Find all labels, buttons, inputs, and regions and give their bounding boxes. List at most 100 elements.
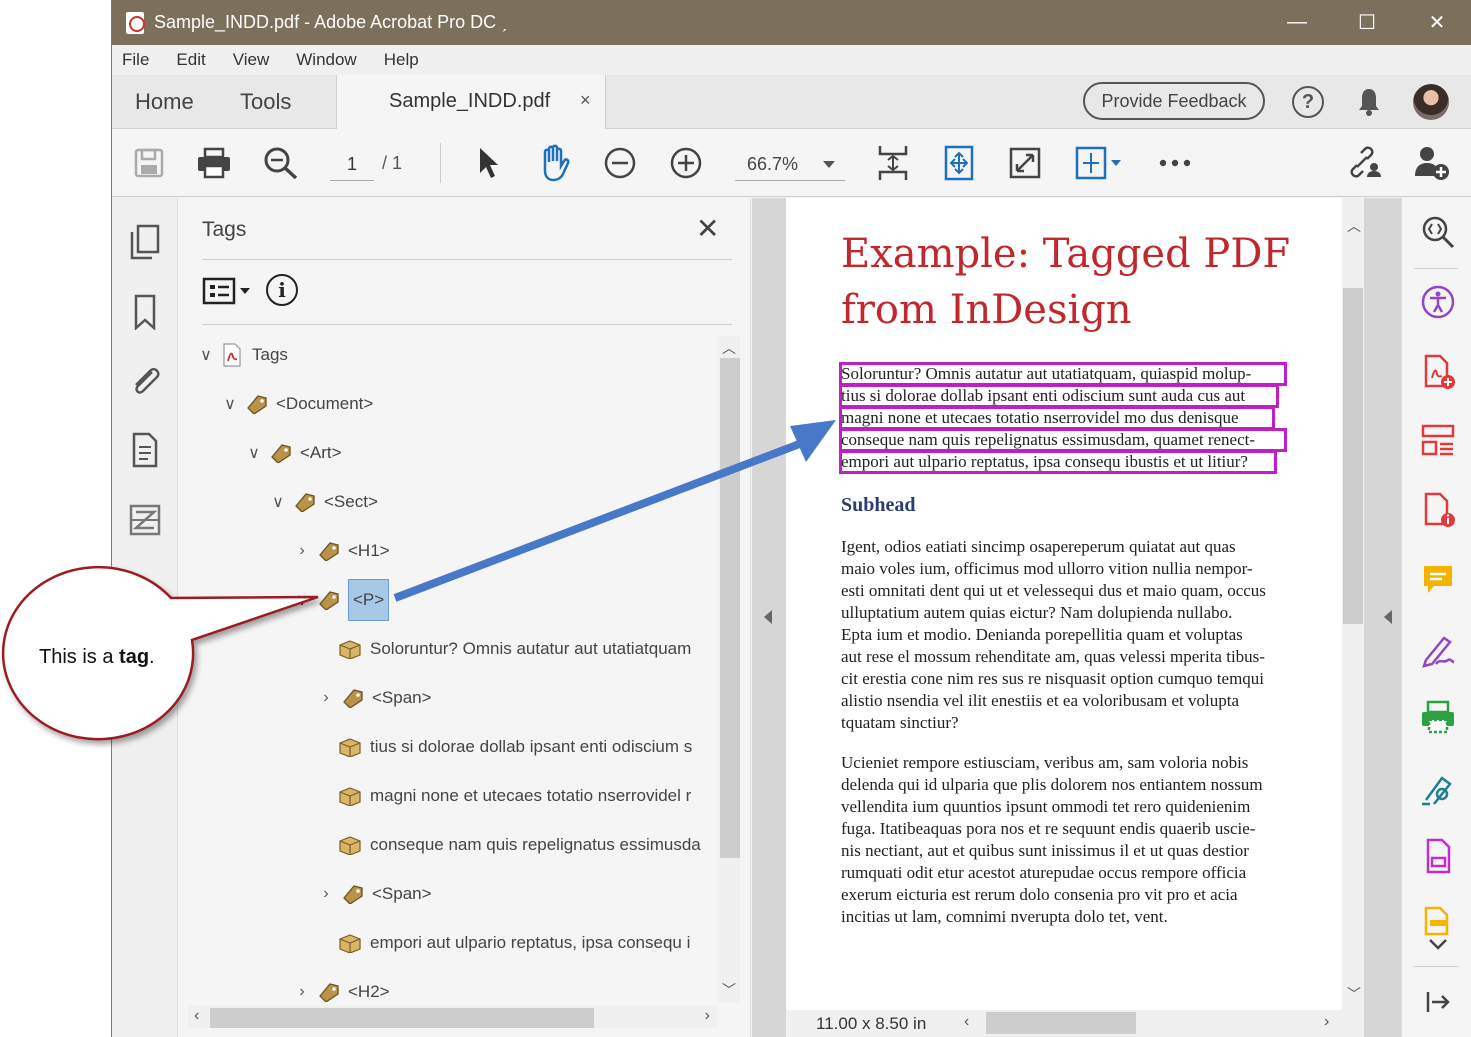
close-tab-button[interactable]: ×	[580, 90, 591, 111]
tab-document[interactable]: Sample_INDD.pdf ×	[336, 75, 606, 129]
options-menu-icon[interactable]	[202, 276, 258, 306]
tag-tree-item[interactable]: Soloruntur? Omnis autatur aut utatiatqua…	[338, 632, 691, 666]
tag-tree-item[interactable]: ∨ Tags	[196, 338, 288, 372]
scroll-left-icon[interactable]: ‹	[194, 1007, 199, 1025]
provide-feedback-button[interactable]: Provide Feedback	[1083, 82, 1265, 120]
user-avatar[interactable]	[1413, 84, 1449, 120]
print-production-icon[interactable]	[1420, 700, 1456, 736]
title-bar: Sample_INDD.pdf - Adobe Acrobat Pro DC ˏ…	[112, 0, 1471, 45]
tag-tree-item[interactable]: tius si dolorae dollab ipsant enti odisc…	[338, 730, 692, 764]
chevron-right-icon[interactable]: ›	[316, 689, 336, 707]
menu-file[interactable]: File	[122, 50, 149, 70]
comment-icon[interactable]	[1420, 562, 1456, 598]
more-options-icon[interactable]	[1158, 143, 1192, 183]
accessibility-icon[interactable]	[1420, 284, 1456, 320]
tag-tree-item[interactable]: ∨ <P>	[292, 579, 390, 621]
chevron-right-icon[interactable]: ›	[316, 885, 336, 903]
close-window-button[interactable]: ✕	[1402, 0, 1471, 45]
zoom-level-select[interactable]: 66.7%	[735, 149, 845, 181]
scroll-thumb[interactable]	[986, 1012, 1136, 1034]
tag-tree-item[interactable]: ∨ <Art>	[244, 436, 342, 470]
pdf-info-icon[interactable]	[1420, 492, 1456, 528]
tag-tree-item[interactable]: ∨ <Document>	[220, 387, 373, 421]
save-icon[interactable]	[132, 143, 166, 183]
share-link-icon[interactable]	[1344, 143, 1384, 183]
menu-help[interactable]: Help	[384, 50, 419, 70]
zoom-search-icon[interactable]	[262, 143, 300, 183]
certificates-pen-icon[interactable]	[1420, 770, 1456, 806]
collapse-right-panel-icon[interactable]	[1384, 610, 1392, 624]
scroll-up-icon[interactable]: ︿	[722, 338, 736, 358]
chevron-down-icon[interactable]	[1420, 932, 1456, 956]
maximize-button[interactable]: ☐	[1332, 0, 1402, 45]
help-icon[interactable]: ?	[1292, 86, 1324, 118]
tag-tree-item[interactable]: conseque nam quis repelignatus essimusda	[338, 828, 701, 862]
minimize-button[interactable]: —	[1262, 0, 1332, 45]
scroll-left-icon[interactable]: ‹	[964, 1013, 969, 1031]
notification-bell-icon[interactable]	[1357, 87, 1381, 117]
chevron-right-icon[interactable]: ›	[292, 542, 312, 560]
page-thumbnails-icon[interactable]	[128, 224, 162, 260]
tag-tree-label: <H2>	[348, 982, 390, 1001]
tag-tree-label: magni none et utecaes totatio nserrovide…	[370, 786, 692, 805]
rail-divider	[1414, 268, 1458, 269]
scroll-thumb[interactable]	[210, 1008, 594, 1028]
tags-vertical-scrollbar[interactable]: ︿ ﹀	[718, 336, 740, 1002]
tag-tree-item[interactable]: magni none et utecaes totatio nserrovide…	[338, 779, 691, 813]
search-enhance-icon[interactable]	[1420, 214, 1456, 250]
scroll-down-icon[interactable]: ﹀	[1347, 984, 1361, 1004]
scroll-right-icon[interactable]: ›	[705, 1007, 710, 1025]
tab-tools[interactable]: Tools	[240, 89, 291, 115]
chevron-down-icon[interactable]: ∨	[244, 443, 264, 463]
callout-text: This is a tag.	[39, 646, 155, 669]
document-subhead: Subhead	[841, 494, 916, 516]
zoom-out-icon[interactable]	[602, 143, 638, 183]
highlighted-line: empori aut ulpario reptatus, ipsa conseq…	[841, 452, 1248, 471]
document-properties-icon[interactable]	[128, 432, 162, 468]
heading-line: Example: Tagged PDF	[841, 231, 1291, 277]
menu-window[interactable]: Window	[296, 50, 356, 70]
scroll-thumb[interactable]	[720, 358, 740, 858]
fit-page-icon[interactable]	[942, 143, 976, 183]
tag-tree-item[interactable]: empori aut ulpario reptatus, ipsa conseq…	[338, 926, 690, 960]
chevron-right-icon[interactable]: ›	[292, 983, 312, 1001]
collapse-tools-pane-icon[interactable]	[1420, 984, 1456, 1020]
scroll-right-icon[interactable]: ›	[1324, 1013, 1329, 1031]
menu-edit[interactable]: Edit	[176, 50, 205, 70]
tab-home[interactable]: Home	[135, 89, 194, 115]
print-icon[interactable]	[196, 143, 232, 183]
scroll-up-icon[interactable]: ︿	[1347, 216, 1361, 236]
tag-tree-item[interactable]: ∨ <Sect>	[268, 485, 378, 519]
tag-tree-item[interactable]: › <H2>	[292, 975, 390, 1008]
document-vertical-scrollbar[interactable]: ︿ ﹀	[1342, 198, 1364, 1010]
scroll-thumb[interactable]	[1343, 288, 1363, 624]
export-pdf-icon[interactable]	[1420, 838, 1456, 874]
add-user-icon[interactable]	[1412, 143, 1452, 183]
tag-tree-item[interactable]: › <Span>	[316, 877, 432, 911]
zoom-in-icon[interactable]	[668, 143, 704, 183]
full-screen-icon[interactable]	[1008, 143, 1042, 183]
menu-view[interactable]: View	[233, 50, 270, 70]
chevron-down-icon[interactable]: ∨	[268, 492, 288, 512]
tags-horizontal-scrollbar[interactable]: ‹ ›	[188, 1006, 718, 1028]
scroll-down-icon[interactable]: ﹀	[722, 980, 736, 1000]
tag-tree-item[interactable]: › <H1>	[292, 534, 390, 568]
select-cursor-icon[interactable]	[476, 143, 502, 183]
info-icon[interactable]: i	[266, 274, 298, 306]
bookmarks-icon[interactable]	[128, 294, 162, 330]
fill-sign-icon[interactable]	[1420, 632, 1456, 668]
page-display-icon[interactable]	[1074, 143, 1124, 183]
attachments-icon[interactable]	[128, 362, 162, 398]
hand-tool-icon[interactable]	[536, 143, 574, 183]
tag-tree-item[interactable]: › <Span>	[316, 681, 432, 715]
collapse-left-panel-icon[interactable]	[764, 610, 772, 624]
organize-pages-icon[interactable]	[1420, 422, 1456, 458]
order-panel-icon[interactable]	[128, 502, 162, 538]
chevron-down-icon[interactable]: ∨	[292, 590, 312, 610]
fit-page-height-icon[interactable]	[876, 143, 910, 183]
chevron-down-icon[interactable]: ∨	[220, 394, 240, 414]
create-pdf-icon[interactable]	[1420, 354, 1456, 390]
chevron-down-icon[interactable]: ∨	[196, 345, 216, 365]
close-panel-button[interactable]: ✕	[696, 212, 719, 245]
page-number-input[interactable]: 1	[330, 149, 374, 181]
